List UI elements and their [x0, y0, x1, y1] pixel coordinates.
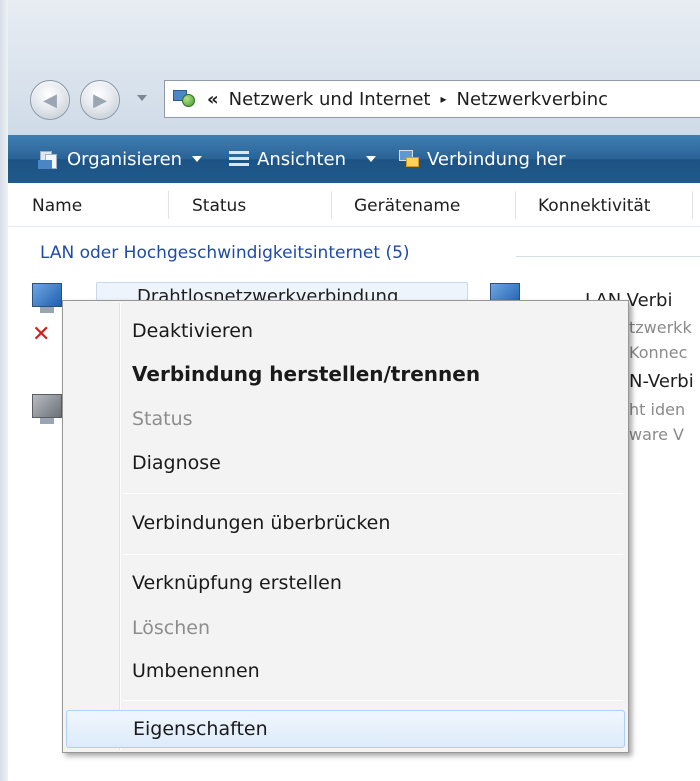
- context-menu: Deaktivieren Verbindung herstellen/trenn…: [62, 300, 629, 753]
- column-device-name[interactable]: Gerätename: [354, 196, 460, 216]
- column-divider[interactable]: [331, 191, 332, 219]
- column-header-row: Name Status Gerätename Konnektivität: [8, 183, 700, 227]
- window-left-border: [0, 0, 8, 781]
- views-dropdown-icon: [366, 156, 377, 162]
- breadcrumb-separator-icon[interactable]: ▸: [440, 92, 446, 106]
- breadcrumb-network-connections[interactable]: Netzwerkverbinc: [457, 89, 609, 110]
- breadcrumb-network-internet[interactable]: Netzwerk und Internet: [229, 89, 431, 110]
- connection-status-text: ht iden: [629, 400, 686, 419]
- menu-item-status: Status: [132, 408, 193, 430]
- menu-separator: [123, 700, 623, 701]
- forward-button[interactable]: ▶: [80, 80, 120, 120]
- column-connectivity[interactable]: Konnektivität: [538, 196, 650, 216]
- recent-pages-dropdown[interactable]: [137, 95, 147, 101]
- menu-item-properties[interactable]: Eigenschaften: [66, 710, 625, 748]
- menu-item-bridge-connections[interactable]: Verbindungen überbrücken: [66, 504, 625, 542]
- column-status[interactable]: Status: [192, 196, 246, 216]
- disconnected-x-icon: ✕: [32, 322, 51, 347]
- menu-item-create-shortcut[interactable]: Verknüpfung erstellen: [66, 564, 625, 602]
- group-header[interactable]: LAN oder Hochgeschwindigkeitsinternet (5…: [40, 243, 410, 263]
- command-toolbar: Organisieren Ansichten Verbindung her: [8, 135, 700, 183]
- organize-dropdown-icon: [192, 156, 203, 162]
- organize-icon: [38, 148, 60, 170]
- menu-separator: [123, 554, 623, 555]
- menu-item-deactivate[interactable]: Deaktivieren: [66, 312, 625, 350]
- views-icon: [228, 148, 250, 170]
- connection-device-text: ware V: [629, 425, 684, 444]
- views-button[interactable]: Ansichten: [228, 148, 377, 170]
- column-name[interactable]: Name: [32, 196, 82, 216]
- menu-separator: [123, 493, 623, 494]
- connect-label: Verbindung her: [427, 148, 566, 170]
- group-divider: [516, 256, 700, 257]
- connection-status-text: tzwerkk: [629, 318, 692, 337]
- back-button[interactable]: ◀: [30, 80, 70, 120]
- organize-label: Organisieren: [67, 148, 183, 170]
- column-divider[interactable]: [515, 191, 516, 219]
- connect-icon: [398, 148, 420, 170]
- forward-arrow-icon: ▶: [93, 89, 107, 111]
- views-label: Ansichten: [257, 148, 347, 170]
- column-divider[interactable]: [168, 191, 169, 219]
- menu-item-rename[interactable]: Umbenennen: [66, 652, 625, 690]
- connection-device-text: Konnec: [629, 343, 688, 362]
- breadcrumb-overflow-button[interactable]: «: [207, 89, 219, 110]
- connect-button[interactable]: Verbindung her: [398, 148, 566, 170]
- column-divider[interactable]: [692, 191, 693, 219]
- menu-item-diagnose[interactable]: Diagnose: [66, 444, 625, 482]
- menu-item-connect-disconnect[interactable]: Verbindung herstellen/trennen: [66, 355, 625, 393]
- network-internet-icon: [173, 88, 197, 110]
- menu-item-delete: Löschen: [132, 617, 210, 639]
- connection-title[interactable]: N-Verbi: [629, 371, 694, 392]
- address-bar[interactable]: « Netzwerk und Internet ▸ Netzwerkverbin…: [164, 80, 700, 118]
- organize-button[interactable]: Organisieren: [38, 148, 203, 170]
- back-arrow-icon: ◀: [43, 89, 57, 111]
